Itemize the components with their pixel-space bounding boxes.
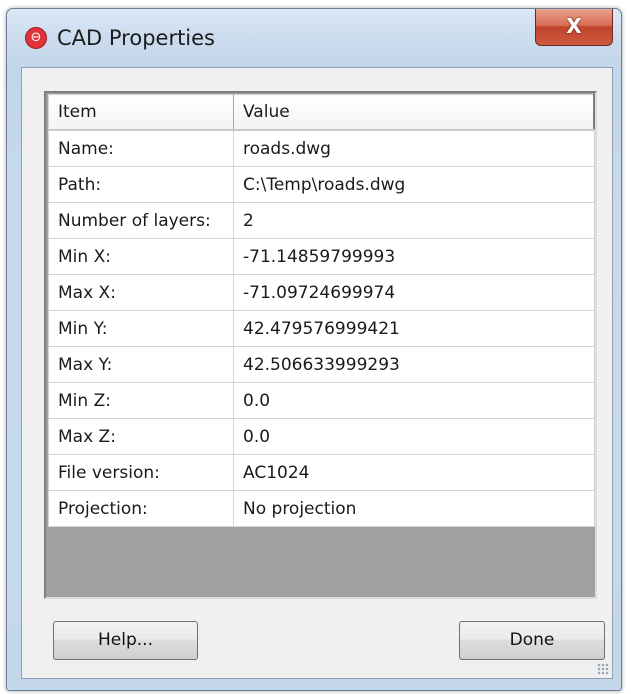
table-row[interactable]: Min Z: 0.0 (48, 382, 595, 419)
table-row[interactable]: Projection: No projection (48, 490, 595, 527)
title-bar[interactable]: ⊖ CAD Properties X (7, 9, 621, 65)
close-button[interactable]: X (535, 9, 613, 46)
property-name-cell: Min X: (48, 238, 234, 275)
property-value-cell: No projection (233, 490, 595, 527)
property-value-cell: -71.09724699974 (233, 274, 595, 311)
property-value-cell: C:\Temp\roads.dwg (233, 166, 595, 203)
properties-table-container[interactable]: Item Value Name: roads.dwg Path: C:\Temp\ro… (44, 91, 597, 599)
table-row[interactable]: Path: C:\Temp\roads.dwg (48, 166, 595, 203)
app-icon: ⊖ (25, 27, 47, 49)
property-value-cell: -71.14859799993 (233, 238, 595, 275)
help-button[interactable]: Help... (53, 621, 198, 660)
property-name-cell: Max X: (48, 274, 234, 311)
property-value-cell: 2 (233, 202, 595, 239)
property-name-cell: Max Y: (48, 346, 234, 383)
property-value-cell: 42.506633999293 (233, 346, 595, 383)
table-row[interactable]: Max Z: 0.0 (48, 418, 595, 455)
properties-table: Item Value Name: roads.dwg Path: C:\Temp\ro… (48, 94, 595, 527)
table-row[interactable]: Min X: -71.14859799993 (48, 238, 595, 275)
close-icon: X (566, 14, 582, 38)
table-row[interactable]: Name: roads.dwg (48, 129, 595, 167)
column-header-item[interactable]: Item (48, 94, 234, 131)
property-name-cell: Max Z: (48, 418, 234, 455)
property-value-cell: 0.0 (233, 418, 595, 455)
table-row[interactable]: Max Y: 42.506633999293 (48, 346, 595, 383)
table-row[interactable]: Min Y: 42.479576999421 (48, 310, 595, 347)
property-value-cell: 42.479576999421 (233, 310, 595, 347)
property-name-cell: Number of layers: (48, 202, 234, 239)
cad-properties-window: ⊖ CAD Properties X Item Value Name: roads… (6, 8, 622, 691)
property-name-cell: File version: (48, 454, 234, 491)
resize-grip-icon[interactable] (597, 663, 609, 675)
column-header-value[interactable]: Value (233, 94, 595, 131)
property-name-cell: Projection: (48, 490, 234, 527)
table-row[interactable]: Max X: -71.09724699974 (48, 274, 595, 311)
table-row[interactable]: File version: AC1024 (48, 454, 595, 491)
dialog-body: Item Value Name: roads.dwg Path: C:\Temp\ro… (21, 67, 613, 679)
property-name-cell: Path: (48, 166, 234, 203)
done-button[interactable]: Done (459, 621, 605, 660)
property-name-cell: Min Y: (48, 310, 234, 347)
table-row[interactable]: Number of layers: 2 (48, 202, 595, 239)
property-value-cell: roads.dwg (233, 129, 595, 167)
property-name-cell: Min Z: (48, 382, 234, 419)
property-value-cell: AC1024 (233, 454, 595, 491)
table-header-row: Item Value (48, 94, 595, 131)
window-title: CAD Properties (57, 26, 216, 50)
property-name-cell: Name: (48, 129, 234, 167)
property-value-cell: 0.0 (233, 382, 595, 419)
